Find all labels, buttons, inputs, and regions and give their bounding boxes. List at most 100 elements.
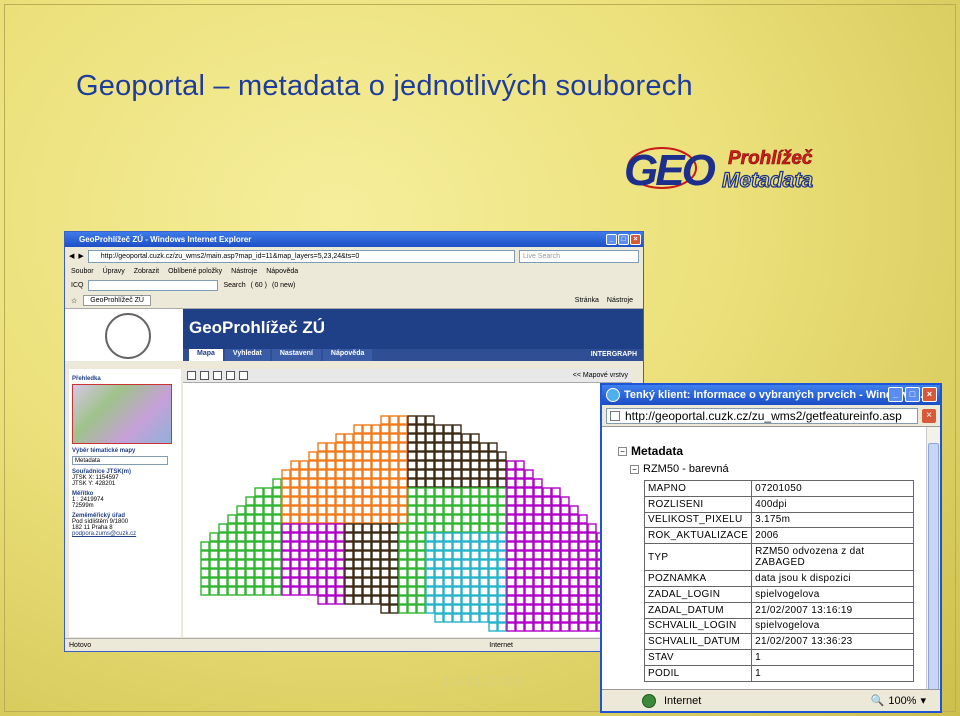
map-sheet-cell[interactable] <box>371 514 381 524</box>
zoom-control[interactable]: 🔍 100% ▾ <box>871 694 926 708</box>
map-sheet-cell[interactable] <box>560 541 570 551</box>
map-sheet-cell[interactable] <box>470 604 480 614</box>
map-sheet-cell[interactable] <box>326 442 336 452</box>
map-sheet-cell[interactable] <box>452 559 462 569</box>
map-sheet-cell[interactable] <box>335 523 345 533</box>
map-sheet-cell[interactable] <box>281 550 291 560</box>
map-sheet-cell[interactable] <box>524 559 534 569</box>
map-sheet-cell[interactable] <box>407 496 417 506</box>
map-sheet-cell[interactable] <box>533 487 543 497</box>
map-sheet-cell[interactable] <box>380 541 390 551</box>
map-sheet-cell[interactable] <box>272 586 282 596</box>
map-sheet-cell[interactable] <box>542 622 552 632</box>
map-sheet-cell[interactable] <box>236 586 246 596</box>
map-sheet-cell[interactable] <box>335 586 345 596</box>
map-sheet-cell[interactable] <box>380 442 390 452</box>
map-sheet-cell[interactable] <box>551 622 561 632</box>
map-sheet-cell[interactable] <box>353 559 363 569</box>
map-sheet-cell[interactable] <box>533 586 543 596</box>
map-sheet-cell[interactable] <box>578 514 588 524</box>
map-sheet-cell[interactable] <box>317 577 327 587</box>
map-sheet-cell[interactable] <box>452 613 462 623</box>
map-sheet-cell[interactable] <box>344 550 354 560</box>
map-sheet-cell[interactable] <box>488 478 498 488</box>
map-sheet-cell[interactable] <box>344 505 354 515</box>
map-sheet-cell[interactable] <box>371 532 381 542</box>
map-sheet-cell[interactable] <box>344 451 354 461</box>
map-sheet-cell[interactable] <box>389 595 399 605</box>
map-sheet-cell[interactable] <box>236 532 246 542</box>
map-sheet-cell[interactable] <box>434 469 444 479</box>
map-sheet-cell[interactable] <box>497 577 507 587</box>
map-sheet-cell[interactable] <box>452 496 462 506</box>
map-sheet-cell[interactable] <box>362 433 372 443</box>
map-sheet-cell[interactable] <box>542 514 552 524</box>
url-input[interactable]: http://geoportal.cuzk.cz/zu_wms2/main.as… <box>87 249 515 263</box>
map-sheet-cell[interactable] <box>371 541 381 551</box>
map-sheet-cell[interactable] <box>317 514 327 524</box>
map-sheet-cell[interactable] <box>281 568 291 578</box>
map-sheet-cell[interactable] <box>407 523 417 533</box>
map-sheet-cell[interactable] <box>434 460 444 470</box>
map-sheet-cell[interactable] <box>515 469 525 479</box>
map-sheet-cell[interactable] <box>425 532 435 542</box>
map-sheet-cell[interactable] <box>524 622 534 632</box>
map-sheet-cell[interactable] <box>497 460 507 470</box>
map-sheet-cell[interactable] <box>416 442 426 452</box>
menu-upravy[interactable]: Úpravy <box>103 268 125 275</box>
map-sheet-cell[interactable] <box>389 469 399 479</box>
map-sheet-cell[interactable] <box>353 586 363 596</box>
map-sheet-cell[interactable] <box>353 523 363 533</box>
popup-close-button[interactable]: × <box>922 387 937 402</box>
map-sheet-cell[interactable] <box>551 568 561 578</box>
map-sheet-cell[interactable] <box>506 505 516 515</box>
map-sheet-cell[interactable] <box>353 514 363 524</box>
toolbar-search-input[interactable] <box>88 279 219 291</box>
map-sheet-cell[interactable] <box>272 478 282 488</box>
map-sheet-cell[interactable] <box>443 604 453 614</box>
tab-napoveda[interactable]: Nápověda <box>322 349 373 361</box>
map-sheet-cell[interactable] <box>380 559 390 569</box>
map-sheet-cell[interactable] <box>443 496 453 506</box>
map-sheet-cell[interactable] <box>380 550 390 560</box>
map-sheet-cell[interactable] <box>353 505 363 515</box>
map-sheet-cell[interactable] <box>371 469 381 479</box>
map-sheet-cell[interactable] <box>371 460 381 470</box>
map-sheet-cell[interactable] <box>245 496 255 506</box>
map-sheet-cell[interactable] <box>272 523 282 533</box>
map-sheet-cell[interactable] <box>290 559 300 569</box>
map-sheet-cell[interactable] <box>578 568 588 578</box>
map-sheet-cell[interactable] <box>353 577 363 587</box>
map-sheet-cell[interactable] <box>380 586 390 596</box>
map-sheet-cell[interactable] <box>389 451 399 461</box>
map-sheet-cell[interactable] <box>245 523 255 533</box>
map-sheet-cell[interactable] <box>461 613 471 623</box>
map-sheet-cell[interactable] <box>272 550 282 560</box>
map-sheet-cell[interactable] <box>542 586 552 596</box>
map-sheet-cell[interactable] <box>398 604 408 614</box>
map-sheet-cell[interactable] <box>344 568 354 578</box>
map-sheet-cell[interactable] <box>389 604 399 614</box>
map-sheet-cell[interactable] <box>443 478 453 488</box>
map-sheet-cell[interactable] <box>326 568 336 578</box>
map-sheet-cell[interactable] <box>362 442 372 452</box>
map-sheet-cell[interactable] <box>452 541 462 551</box>
map-sheet-cell[interactable] <box>497 505 507 515</box>
map-sheet-cell[interactable] <box>326 523 336 533</box>
map-sheet-cell[interactable] <box>407 505 417 515</box>
map-sheet-cell[interactable] <box>389 442 399 452</box>
map-sheet-cell[interactable] <box>425 541 435 551</box>
map-sheet-cell[interactable] <box>407 487 417 497</box>
map-sheet-cell[interactable] <box>452 433 462 443</box>
map-sheet-cell[interactable] <box>434 523 444 533</box>
map-sheet-cell[interactable] <box>551 604 561 614</box>
map-sheet-cell[interactable] <box>344 442 354 452</box>
map-sheet-cell[interactable] <box>497 595 507 605</box>
map-sheet-cell[interactable] <box>470 586 480 596</box>
map-sheet-cell[interactable] <box>542 604 552 614</box>
map-sheet-cell[interactable] <box>371 487 381 497</box>
map-sheet-cell[interactable] <box>488 541 498 551</box>
map-sheet-cell[interactable] <box>281 505 291 515</box>
map-sheet-cell[interactable] <box>506 460 516 470</box>
map-sheet-cell[interactable] <box>227 514 237 524</box>
